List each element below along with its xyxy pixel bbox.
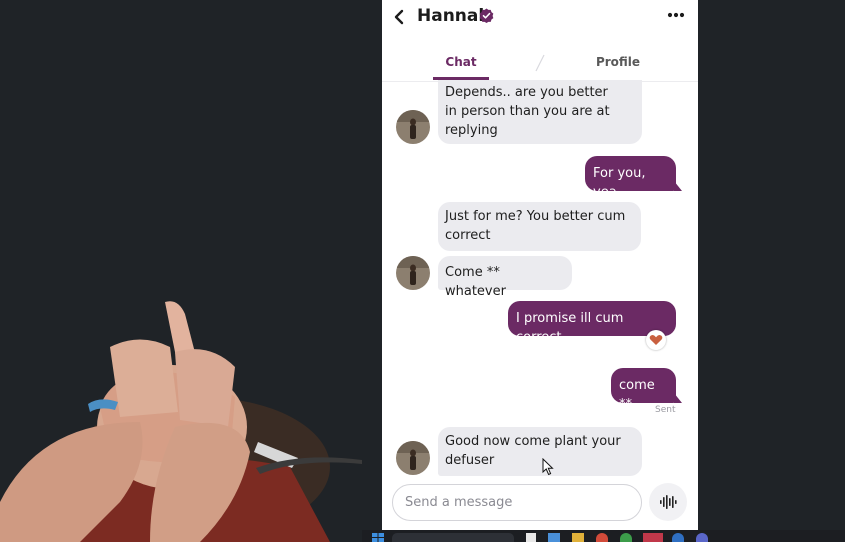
reaction-badge[interactable] (646, 330, 666, 350)
bubble-tail (674, 181, 682, 191)
verified-badge-icon (479, 8, 494, 23)
taskbar-app[interactable] (643, 533, 663, 542)
outgoing-message: For you, yea (585, 156, 676, 200)
taskbar-app[interactable] (526, 533, 536, 542)
tab-divider (535, 54, 545, 72)
taskbar (362, 530, 845, 542)
windows-start-icon[interactable] (372, 533, 384, 542)
message-composer (382, 482, 698, 530)
more-options-icon[interactable] (666, 6, 686, 24)
avatar[interactable] (396, 110, 430, 144)
tab-chat[interactable]: Chat (433, 54, 489, 70)
message-thread[interactable]: Depends.. are you better in person than … (382, 80, 698, 482)
incoming-message: Good now come plant your defuser (438, 427, 642, 476)
message-line: Come ** whatever (445, 265, 506, 299)
voice-message-button[interactable] (649, 483, 687, 521)
incoming-message: Come ** whatever (438, 256, 572, 299)
avatar[interactable] (396, 256, 430, 290)
heart-icon (649, 335, 663, 345)
taskbar-app[interactable] (696, 533, 708, 542)
incoming-message: Depends.. are you better in person than … (438, 80, 642, 144)
taskbar-app[interactable] (596, 533, 608, 542)
webcam-overlay (0, 292, 362, 542)
message-input[interactable] (392, 484, 642, 521)
incoming-message: Just for me? You better cum correct (438, 202, 641, 251)
message-status: Sent (655, 405, 676, 415)
message-line: defuser (445, 453, 495, 468)
tab-profile[interactable]: Profile (588, 54, 648, 70)
message-line: replying (445, 123, 498, 138)
back-arrow-icon[interactable] (392, 7, 406, 27)
taskbar-search[interactable] (392, 533, 514, 542)
message-line: correct (445, 228, 491, 243)
message-line: For you, yea (593, 166, 646, 200)
chat-header: Hannah (382, 0, 698, 34)
taskbar-app[interactable] (672, 533, 684, 542)
cursor-icon (542, 458, 554, 476)
taskbar-app[interactable] (620, 533, 632, 542)
taskbar-app[interactable] (548, 533, 560, 542)
voice-waveform-icon (660, 495, 677, 509)
chat-panel: Hannah Chat Profile Depends.. are you be… (382, 0, 698, 530)
taskbar-app[interactable] (572, 533, 584, 542)
message-line: Just for me? You better cum (445, 209, 626, 224)
message-line: in person than you are at (445, 104, 610, 119)
bubble-tail (674, 393, 682, 403)
message-line: Good now come plant your (445, 434, 621, 449)
message-line: Depends.. are you better (445, 85, 608, 100)
outgoing-message: come ** (611, 368, 676, 412)
avatar[interactable] (396, 441, 430, 475)
chat-tabs: Chat Profile (382, 44, 698, 82)
